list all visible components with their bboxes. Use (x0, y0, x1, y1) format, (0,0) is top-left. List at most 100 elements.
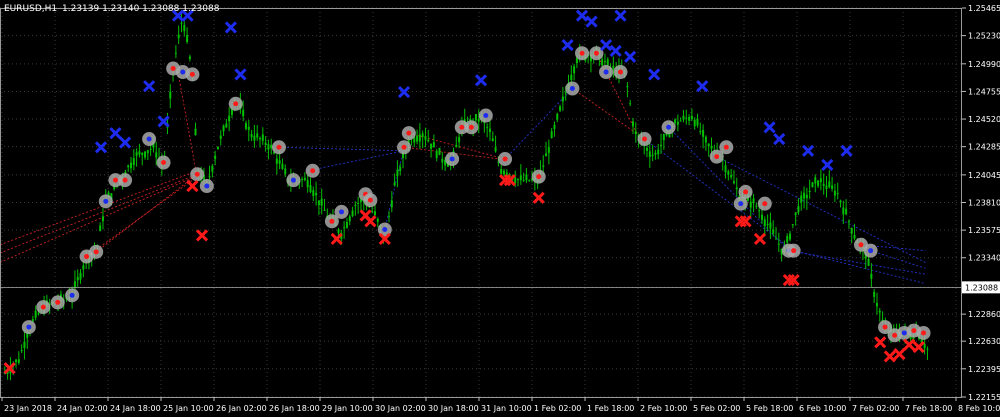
candle-body (758, 210, 761, 212)
candle-body (303, 177, 306, 181)
candle-body (682, 115, 685, 120)
y-tick-label: 1.22395 (968, 365, 1000, 374)
candle-body (542, 165, 545, 167)
candle-body (749, 201, 752, 208)
candle-body (853, 234, 856, 239)
candle-body (306, 180, 309, 188)
candle-body (253, 135, 256, 141)
candle-body (923, 343, 926, 349)
open-marker-dot (603, 69, 609, 75)
candle-body (34, 310, 37, 318)
candle-body (132, 158, 135, 166)
candle-body (662, 134, 665, 141)
candle-body (250, 134, 253, 138)
open-marker-dot (329, 218, 335, 224)
candle-body (839, 200, 842, 203)
candle-body (488, 128, 491, 133)
candle-body (769, 222, 772, 229)
y-tick-label: 1.24520 (968, 115, 1000, 124)
candle-body (177, 34, 180, 39)
candle-body (130, 162, 133, 169)
candle-body (486, 126, 489, 128)
open-marker-dot (122, 177, 128, 183)
candle-body (570, 74, 573, 80)
candle-body (82, 265, 85, 270)
candle-body (842, 207, 845, 215)
x-tick-label: 25 Jan 10:00 (163, 404, 214, 413)
candle-body (564, 92, 567, 94)
open-marker-dot (204, 183, 210, 189)
candle-body (281, 163, 284, 169)
candle-body (794, 212, 797, 216)
open-marker-dot (93, 249, 99, 255)
price-chart[interactable]: 1.25465 1.25230 1.24990 1.24755 1.24520 1.242… (0, 0, 1000, 417)
symbol-label: EURUSD,H1 (4, 4, 57, 14)
candle-body (825, 185, 828, 189)
y-tick-label: 1.24285 (968, 143, 1000, 152)
candle-body (850, 228, 853, 234)
y-tick-label: 1.24990 (968, 60, 1000, 69)
current-price-label: 1.23088 (965, 283, 998, 292)
candle-body (309, 185, 312, 193)
candle-body (674, 119, 677, 124)
candle-body (261, 134, 264, 141)
open-marker-dot (666, 124, 672, 130)
candle-body (188, 56, 191, 60)
open-marker-dot (921, 330, 927, 336)
candle-body (149, 148, 152, 150)
candle-body (393, 182, 396, 186)
candle-body (648, 151, 651, 158)
candle-body (494, 147, 497, 152)
candle-body (612, 65, 615, 70)
candle-body (803, 192, 806, 199)
candle-body (688, 117, 691, 121)
candle-body (435, 151, 438, 158)
candle-body (101, 216, 104, 222)
x-tick-label: 8 Feb 10:00 (958, 404, 1000, 413)
candle-body (690, 115, 693, 120)
open-marker-dot (189, 71, 195, 77)
candle-body (317, 200, 320, 206)
candle-body (432, 142, 435, 148)
x-tick-label: 29 Jan 10:00 (322, 404, 373, 413)
candle-body (275, 158, 278, 164)
candle-body (822, 183, 825, 186)
candle-body (606, 59, 609, 66)
candle-body (693, 119, 696, 127)
x-tick-label: 5 Feb 02:00 (693, 404, 740, 413)
candle-body (553, 124, 556, 129)
open-marker-dot (579, 50, 585, 56)
candle-body (517, 179, 520, 181)
y-tick-label: 1.25230 (968, 32, 1000, 41)
candle-body (180, 22, 183, 24)
candle-body (730, 175, 733, 178)
candle-body (343, 227, 346, 229)
candle-body (270, 144, 273, 149)
candle-body (441, 158, 444, 163)
x-tick-label: 6 Feb 10:00 (799, 404, 846, 413)
candle-body (629, 103, 632, 105)
candle-body (186, 35, 189, 42)
candle-body (315, 192, 318, 196)
candle-body (348, 216, 351, 222)
candle-body (416, 135, 419, 142)
candle-body (267, 144, 270, 150)
open-marker-dot (743, 189, 749, 195)
candle-body (814, 177, 817, 184)
x-tick-label: 30 Jan 18:00 (428, 404, 479, 413)
candle-body (337, 229, 340, 234)
candle-body (141, 152, 144, 155)
candle-body (685, 117, 688, 119)
open-marker-dot (55, 299, 61, 305)
candle-body (603, 61, 606, 63)
candle-body (194, 128, 197, 136)
candle-body (775, 238, 778, 240)
candle-body (477, 118, 480, 122)
candle-body (320, 198, 323, 206)
open-marker-dot (723, 144, 729, 150)
candle-body (847, 221, 850, 223)
open-marker-dot (791, 248, 797, 254)
candle-body (418, 134, 421, 142)
candle-body (278, 160, 281, 164)
candle-body (256, 133, 259, 138)
